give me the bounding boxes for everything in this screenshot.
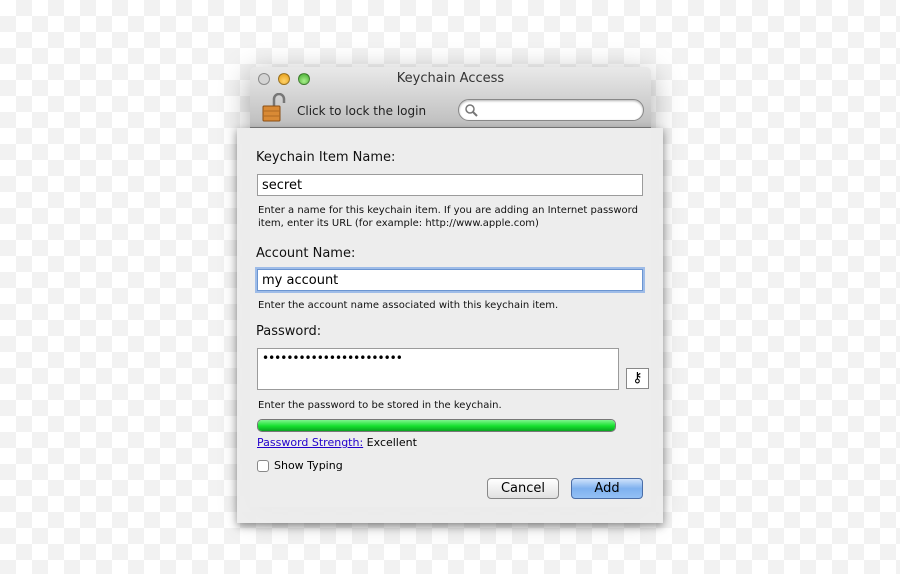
item-name-help-line-2: item, enter its URL (for example: http:/… [258,218,539,229]
title-bar: Keychain Access Click to lock the login [250,67,651,128]
account-name-help: Enter the account name associated with t… [258,300,559,311]
window-title: Keychain Access [396,71,505,86]
unlocked-padlock-icon[interactable] [262,92,286,123]
password-help: Enter the password to be stored in the k… [258,400,502,411]
item-name-help-line-1: Enter a name for this keychain item. If … [258,205,638,216]
show-typing-checkbox[interactable] [257,460,269,472]
item-name-field[interactable]: secret [257,174,643,196]
cancel-button[interactable]: Cancel [487,478,559,499]
item-name-help: Enter a name for this keychain item. If … [258,204,638,230]
password-label: Password: [256,324,322,339]
account-name-label: Account Name: [256,246,356,261]
add-button[interactable]: Add [571,478,643,499]
lock-label[interactable]: Click to lock the login [297,104,426,118]
password-strength-fill [258,420,615,431]
account-name-field[interactable]: my account [257,269,643,291]
password-strength: Password Strength: Excellent [257,436,417,449]
search-icon [465,104,478,117]
show-typing-label[interactable]: Show Typing [274,459,343,472]
password-strength-value: Excellent [366,436,417,449]
search-field[interactable] [458,99,644,121]
key-icon: ⚷ [632,370,643,386]
password-strength-bar [257,419,616,432]
item-name-label: Keychain Item Name: [256,150,396,165]
password-field[interactable]: ••••••••••••••••••••••• [257,348,619,390]
password-strength-link[interactable]: Password Strength: [257,436,363,449]
password-assistant-key-button[interactable]: ⚷ [626,368,649,389]
new-password-item-sheet: Keychain Item Name: secret Enter a name … [237,128,663,523]
